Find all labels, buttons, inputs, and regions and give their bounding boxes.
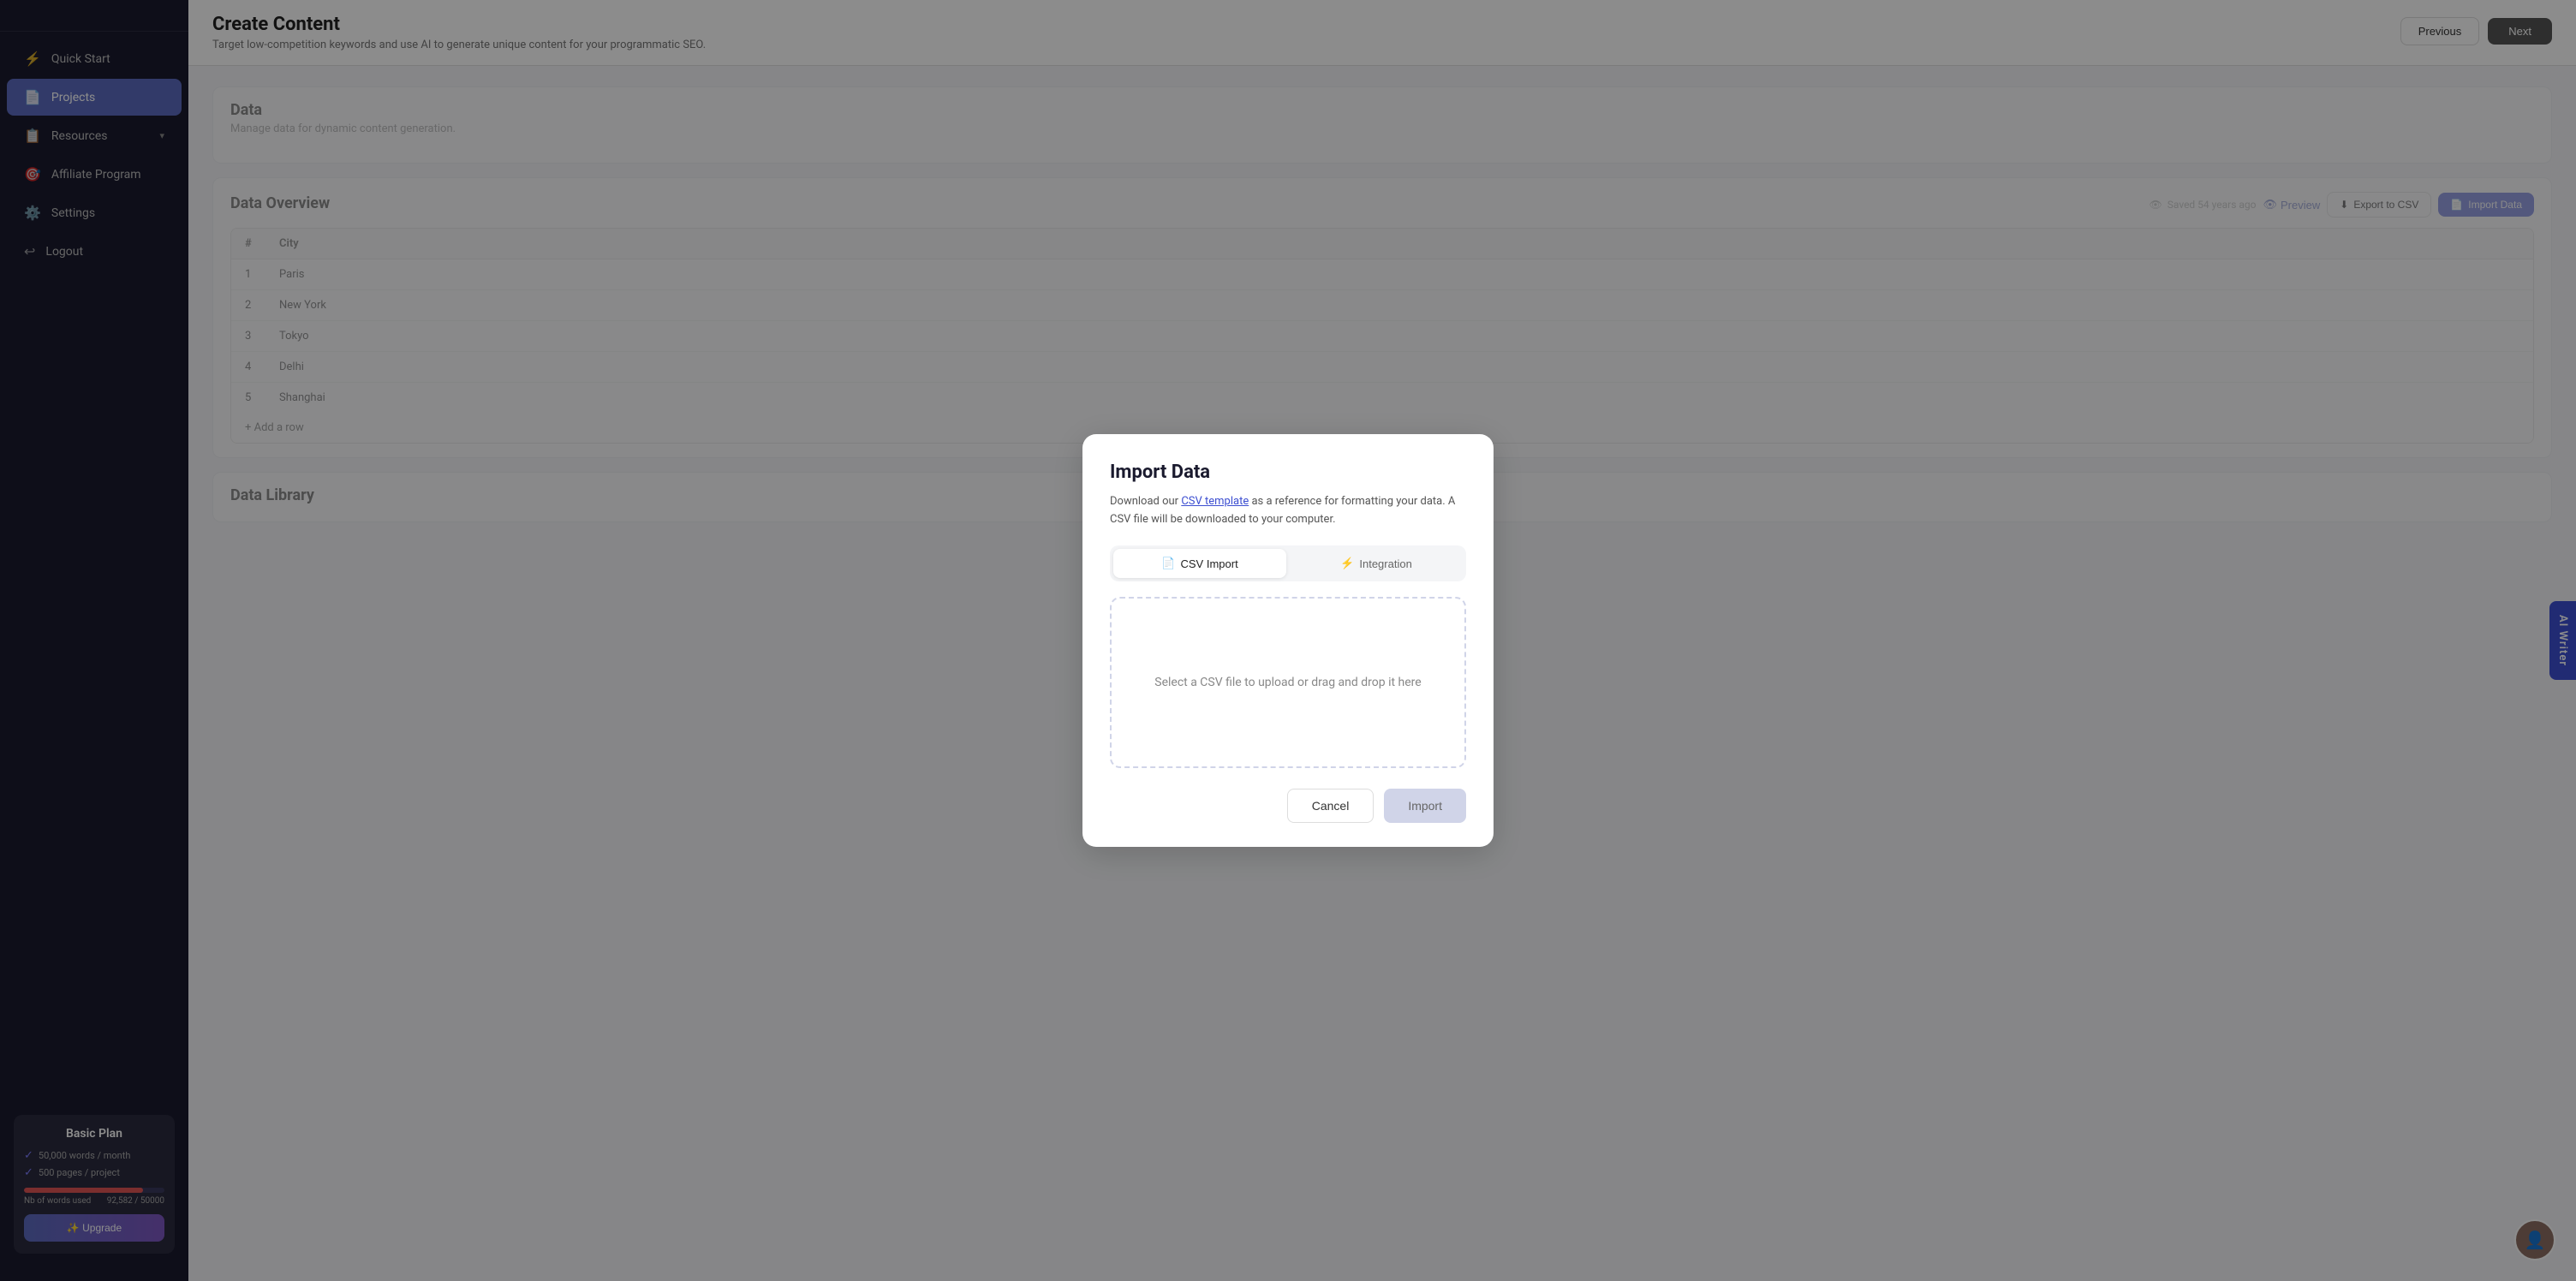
import-data-modal: Import Data Download our CSV template as… — [1082, 434, 1494, 848]
modal-description: Download our CSV template as a reference… — [1110, 493, 1466, 529]
modal-actions: Cancel Import — [1110, 789, 1466, 823]
csv-file-icon: 📄 — [1161, 557, 1175, 570]
modal-title: Import Data — [1110, 462, 1466, 483]
modal-overlay[interactable]: Import Data Download our CSV template as… — [0, 0, 2576, 1281]
cancel-button[interactable]: Cancel — [1287, 789, 1374, 823]
tab-integration[interactable]: ⚡ Integration — [1290, 549, 1463, 578]
csv-drop-zone[interactable]: Select a CSV file to upload or drag and … — [1110, 597, 1466, 768]
modal-tab-switch: 📄 CSV Import ⚡ Integration — [1110, 545, 1466, 581]
import-button[interactable]: Import — [1384, 789, 1466, 823]
tab-csv-import[interactable]: 📄 CSV Import — [1113, 549, 1286, 578]
integration-icon: ⚡ — [1340, 557, 1354, 570]
csv-template-link[interactable]: CSV template — [1181, 495, 1249, 508]
drop-zone-label: Select a CSV file to upload or drag and … — [1154, 676, 1421, 689]
